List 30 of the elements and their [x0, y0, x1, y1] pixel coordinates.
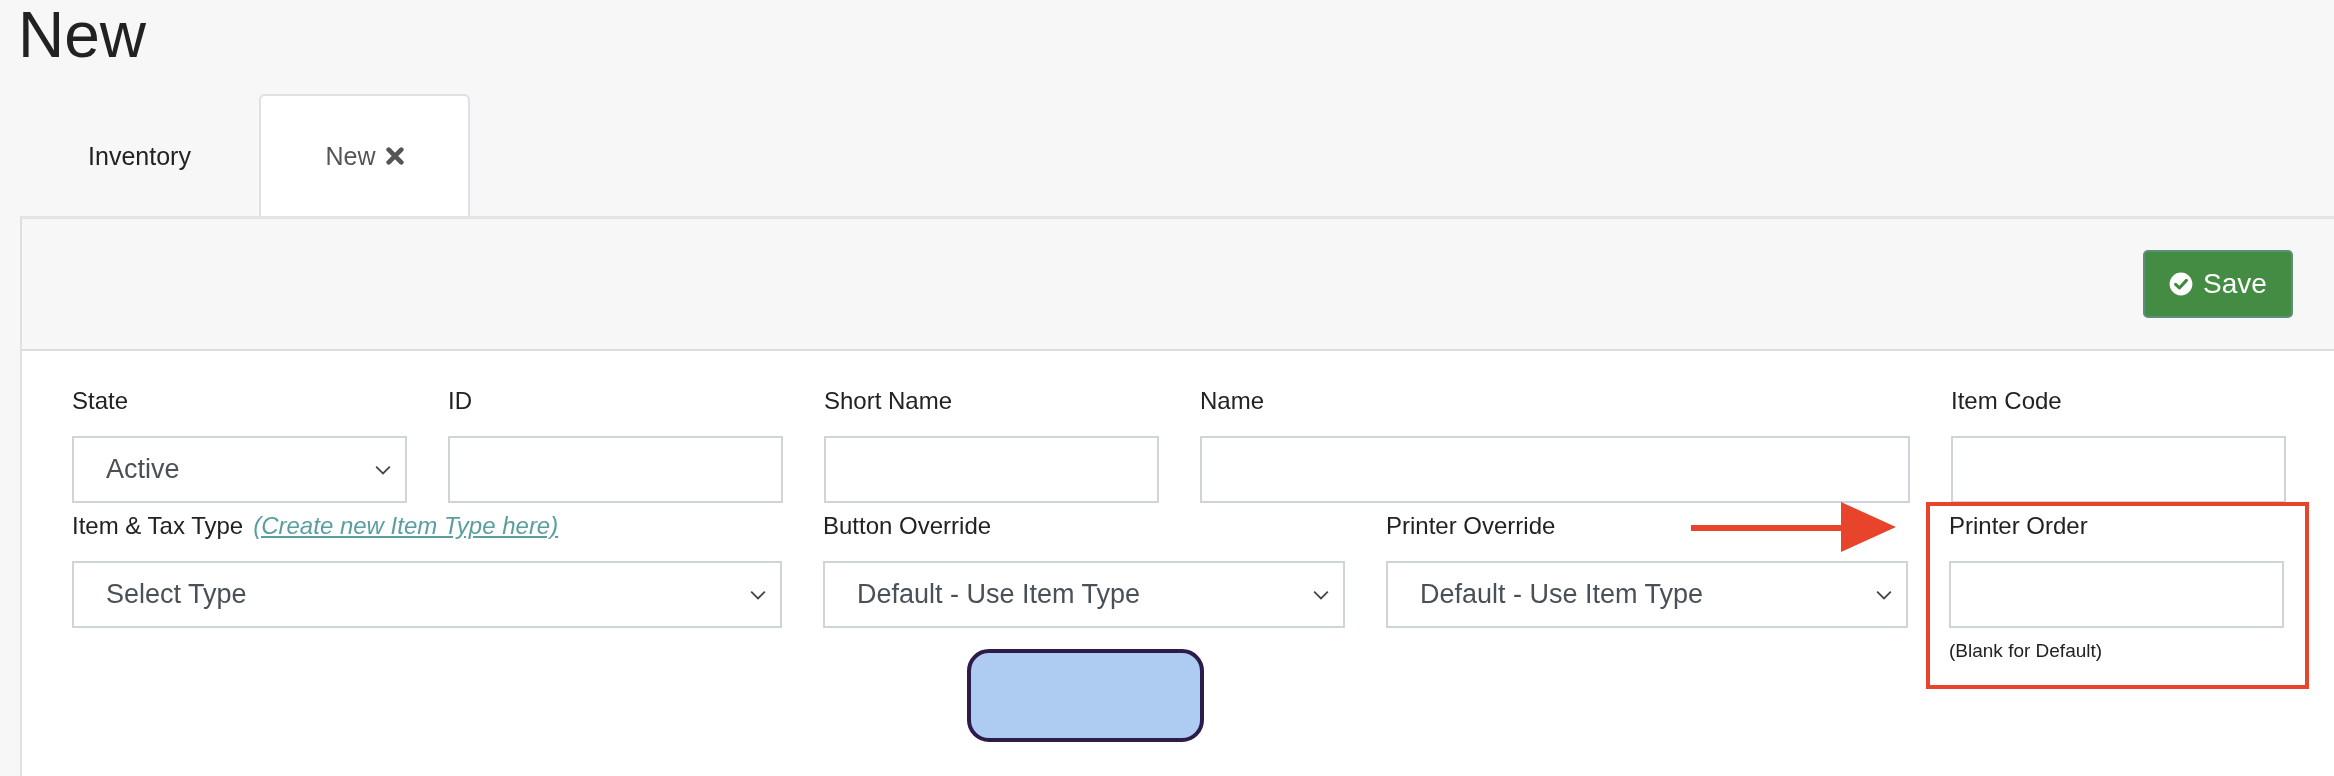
chevron-down-icon: [750, 589, 766, 600]
check-circle-icon: [2169, 272, 2194, 296]
text-input[interactable]: [1951, 436, 2286, 503]
chevron-down-icon: [375, 464, 391, 475]
select-field[interactable]: Select Type: [72, 561, 782, 628]
hint-text: (Blank for Default): [1949, 640, 2104, 662]
select-field[interactable]: Default - Use Item Type: [1386, 561, 1908, 628]
field-label: State: [72, 386, 129, 416]
field-label: ID: [448, 386, 472, 416]
text-input[interactable]: [448, 436, 783, 503]
select-field[interactable]: Default - Use Item Type: [823, 561, 1345, 628]
chevron-down-icon: [1313, 589, 1329, 600]
field-label: Printer Order: [1949, 511, 2088, 541]
field-label: Item & Tax Type: [72, 511, 244, 541]
text-input[interactable]: [1200, 436, 1910, 503]
chevron-down-icon: [1876, 589, 1892, 600]
field-label: Name: [1200, 386, 1265, 416]
field-label: Item Code: [1951, 386, 2062, 416]
close-icon[interactable]: [385, 147, 404, 165]
select-field[interactable]: Active: [72, 436, 407, 503]
page-title: New: [17, 0, 148, 70]
tab[interactable]: Inventory: [20, 94, 259, 216]
text-input[interactable]: [1949, 561, 2284, 628]
tab[interactable]: New: [259, 94, 470, 216]
text-input[interactable]: [824, 436, 1159, 503]
field-label: Button Override: [823, 511, 992, 541]
arrow-icon: [1691, 502, 1896, 552]
save-button[interactable]: Save: [2143, 250, 2293, 318]
field-label: Printer Override: [1386, 511, 1556, 541]
field-label: Short Name: [824, 386, 953, 416]
